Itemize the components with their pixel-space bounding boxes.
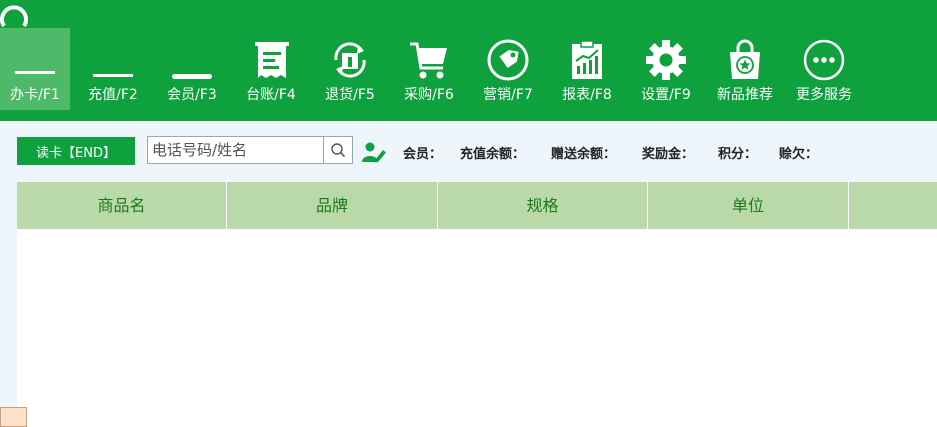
debt-label: 赊欠： bbox=[779, 147, 819, 162]
toolbar-item-label: 采购/F6 bbox=[404, 87, 454, 103]
toolbar-item-new-products[interactable]: 新品推荐 bbox=[705, 28, 785, 110]
balance-label: 充值余额： bbox=[460, 147, 526, 162]
toolbar-item-label: 充值/F2 bbox=[88, 87, 138, 103]
shopping-bag-icon bbox=[730, 39, 760, 79]
toolbar-item-label: 营销/F7 bbox=[483, 87, 533, 103]
toolbar-item-label: 会员/F3 bbox=[167, 87, 217, 103]
toolbar-item-label: 设置/F9 bbox=[641, 87, 691, 103]
toolbar-item-recharge[interactable]: 充值/F2 bbox=[73, 28, 153, 110]
cart-icon bbox=[410, 42, 447, 79]
gear-icon bbox=[646, 40, 686, 80]
toolbar-item-purchase[interactable]: 采购/F6 bbox=[389, 28, 469, 110]
more-icon bbox=[803, 39, 845, 81]
column-header-unit-price[interactable]: 单 bbox=[849, 182, 937, 229]
member-label: 会员： bbox=[403, 147, 443, 162]
table-body bbox=[17, 229, 937, 427]
toolbar-item-marketing[interactable]: 营销/F7 bbox=[468, 28, 548, 110]
tag-icon bbox=[487, 39, 529, 81]
column-header-unit[interactable]: 单位 bbox=[648, 182, 849, 229]
column-header-spec[interactable]: 规格 bbox=[438, 182, 648, 229]
main-toolbar: 办卡/F1 充值/F2 会员/F3 台账/F4 退货/F5 采购/F6 营销/F… bbox=[0, 0, 937, 121]
read-card-button[interactable]: 读卡【END】 bbox=[17, 137, 135, 165]
toolbar-item-label: 台账/F4 bbox=[246, 87, 296, 103]
bonus-label: 奖励金： bbox=[642, 147, 695, 162]
toolbar-item-label: 新品推荐 bbox=[717, 87, 773, 103]
search-button[interactable] bbox=[323, 137, 352, 163]
toolbar-item-more-services[interactable]: 更多服务 bbox=[784, 28, 864, 110]
toolbar-item-report[interactable]: 报表/F8 bbox=[547, 28, 627, 110]
toolbar-item-ledger[interactable]: 台账/F4 bbox=[231, 28, 311, 110]
column-header-product-name[interactable]: 商品名 bbox=[17, 182, 227, 229]
toolbar-item-label: 报表/F8 bbox=[562, 87, 612, 103]
gift-balance-label: 赠送余额： bbox=[551, 147, 617, 162]
member-icon bbox=[172, 74, 212, 79]
search-box bbox=[147, 136, 353, 164]
card-icon bbox=[15, 71, 55, 74]
column-header-brand[interactable]: 品牌 bbox=[227, 182, 438, 229]
ledger-icon bbox=[255, 42, 289, 78]
points-label: 积分： bbox=[718, 147, 758, 162]
return-icon bbox=[334, 42, 366, 78]
search-icon bbox=[331, 143, 346, 158]
toolbar-item-label: 办卡/F1 bbox=[10, 87, 60, 103]
member-edit-icon[interactable] bbox=[362, 141, 386, 163]
search-input[interactable] bbox=[148, 137, 324, 163]
toolbar-item-return[interactable]: 退货/F5 bbox=[310, 28, 390, 110]
table-header: 商品名 品牌 规格 单位 单 bbox=[17, 182, 937, 229]
toolbar-item-label: 退货/F5 bbox=[325, 87, 375, 103]
toolbar-item-card[interactable]: 办卡/F1 bbox=[0, 28, 70, 110]
recharge-icon bbox=[93, 74, 133, 77]
corner-widget bbox=[0, 407, 27, 427]
report-icon bbox=[572, 40, 602, 79]
toolbar-item-member[interactable]: 会员/F3 bbox=[152, 28, 232, 110]
toolbar-item-label: 更多服务 bbox=[796, 87, 852, 103]
toolbar-item-settings[interactable]: 设置/F9 bbox=[626, 28, 706, 110]
